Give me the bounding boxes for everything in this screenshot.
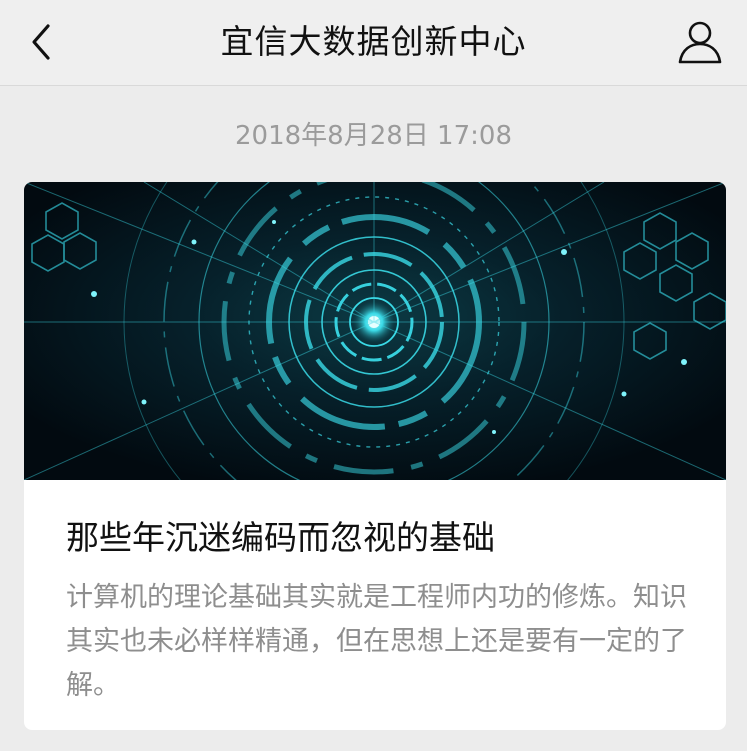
article-card[interactable]: 那些年沉迷编码而忽视的基础 计算机的理论基础其实就是工程师内功的修炼。知识其实也… — [24, 182, 726, 730]
back-button[interactable] — [22, 20, 66, 64]
chevron-left-icon — [32, 24, 50, 60]
person-icon — [678, 21, 722, 64]
article-title: 那些年沉迷编码而忽视的基础 — [66, 518, 495, 557]
article-cover-image — [24, 182, 726, 480]
profile-button[interactable] — [673, 16, 727, 70]
message-timestamp: 2018年8月28日 17:08 — [235, 121, 512, 151]
article-description: 计算机的理论基础其实就是工程师内功的修炼。知识其实也未必样样精通，但在思想上还是… — [66, 582, 687, 701]
page-title: 宜信大数据创新中心 — [220, 22, 527, 61]
nav-bar: 宜信大数据创新中心 — [0, 0, 747, 86]
